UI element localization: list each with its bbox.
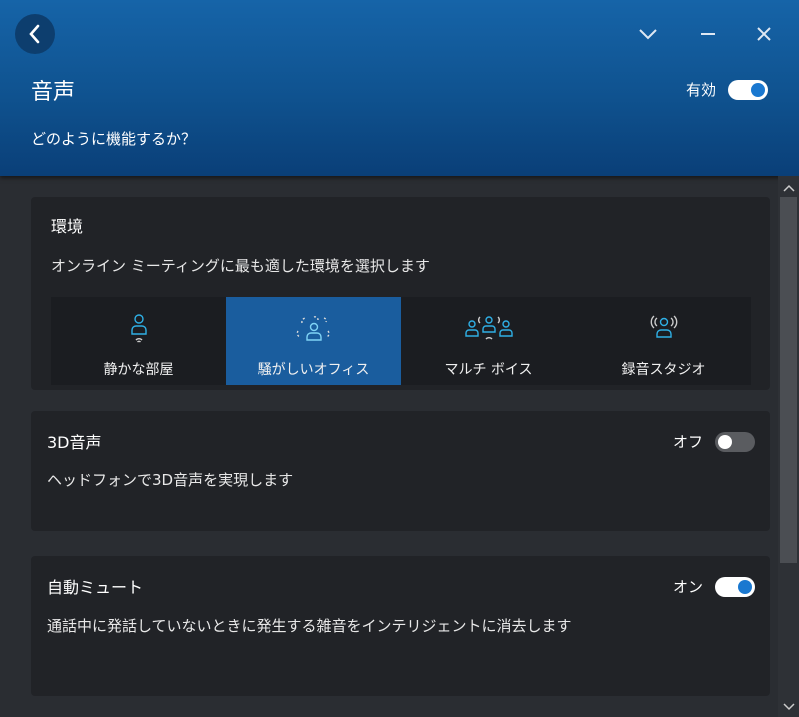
environment-selector: 静かな部屋 騒がしいオフィス マルチ ボイス 録音スタジオ xyxy=(51,297,751,385)
option-label: マルチ ボイス xyxy=(444,362,533,378)
auto-mute-state: オン xyxy=(672,578,703,596)
option-quiet-room[interactable]: 静かな部屋 xyxy=(51,297,226,385)
audio-3d-toggle[interactable] xyxy=(715,431,755,452)
page-title: 音声 xyxy=(31,80,76,105)
recording-studio-icon xyxy=(650,315,677,338)
quiet-room-icon xyxy=(130,314,147,343)
scrollbar-thumb[interactable] xyxy=(780,197,797,563)
close-button[interactable] xyxy=(752,22,776,46)
option-noisy-office[interactable]: 騒がしいオフィス xyxy=(226,297,401,385)
minimize-button[interactable] xyxy=(696,22,720,46)
option-label: 騒がしいオフィス xyxy=(257,362,370,378)
minimize-icon xyxy=(701,33,715,35)
multi-voice-icon xyxy=(464,316,513,340)
audio-3d-state: オフ xyxy=(672,433,703,451)
environment-card: 環境 オンライン ミーティングに最も適した環境を選択します 静かな部屋 騒がしい… xyxy=(31,197,770,390)
scroll-down-button[interactable] xyxy=(778,697,799,717)
scrollbar[interactable] xyxy=(778,176,799,717)
option-recording-studio[interactable]: 録音スタジオ xyxy=(576,297,751,385)
audio-3d-title: 3D音声 xyxy=(47,433,102,452)
option-label: 録音スタジオ xyxy=(621,362,706,378)
environment-title: 環境 xyxy=(51,217,84,236)
noisy-office-icon xyxy=(296,316,330,341)
chevron-down-icon xyxy=(639,29,657,40)
enabled-label: 有効 xyxy=(686,81,717,99)
audio-3d-card: 3D音声 オフ ヘッドフォンで3D音声を実現します xyxy=(31,411,770,531)
option-multi-voice[interactable]: マルチ ボイス xyxy=(401,297,576,385)
environment-description: オンライン ミーティングに最も適した環境を選択します xyxy=(51,257,430,275)
how-it-works-link[interactable]: どのように機能するか？ xyxy=(31,128,196,149)
chevron-left-icon xyxy=(29,24,40,44)
header: 音声 有効 どのように機能するか？ xyxy=(0,0,799,176)
auto-mute-description: 通話中に発話していないときに発生する雑音をインテリジェントに消去します xyxy=(47,617,572,635)
chevron-up-icon xyxy=(782,184,795,192)
close-icon xyxy=(757,27,771,41)
enabled-toggle[interactable] xyxy=(728,79,769,100)
auto-mute-title: 自動ミュート xyxy=(47,578,144,597)
audio-3d-description: ヘッドフォンで3D音声を実現します xyxy=(47,471,294,489)
option-label: 静かな部屋 xyxy=(103,362,174,378)
scroll-up-button[interactable] xyxy=(778,178,799,198)
chevron-down-icon xyxy=(782,703,795,711)
back-button[interactable] xyxy=(15,14,55,54)
auto-mute-toggle[interactable] xyxy=(715,576,755,597)
auto-mute-card: 自動ミュート オン 通話中に発話していないときに発生する雑音をインテリジェントに… xyxy=(31,556,770,696)
collapse-button[interactable] xyxy=(636,22,660,46)
